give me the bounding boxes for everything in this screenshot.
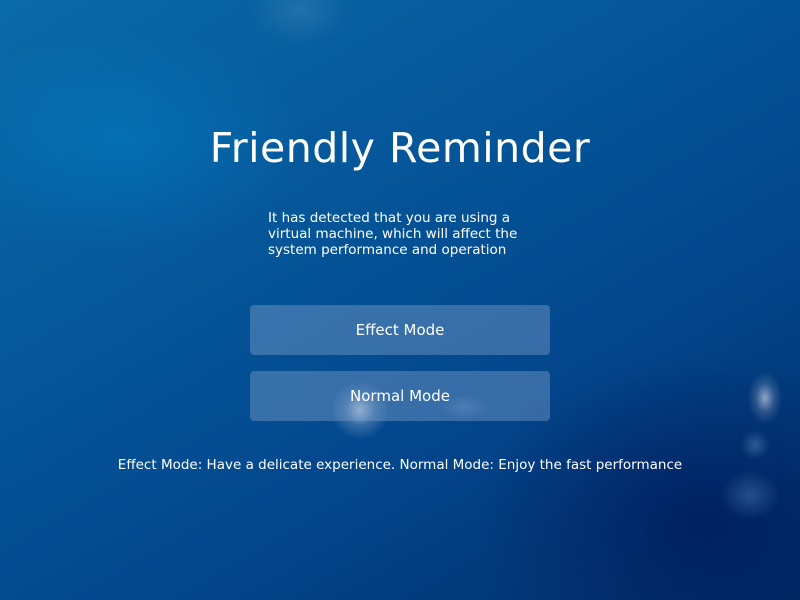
vm-warning-message: It has detected that you are using a vir…: [268, 210, 540, 258]
desktop-background: [0, 0, 800, 600]
mode-description-hint: Effect Mode: Have a delicate experience.…: [117, 457, 683, 473]
effect-mode-button[interactable]: Effect Mode: [250, 305, 550, 355]
light-glow: [748, 372, 782, 424]
light-glow: [740, 430, 770, 460]
message-line: system performance and operation: [268, 242, 507, 258]
message-line: virtual machine, which will affect the: [268, 226, 518, 242]
light-glow: [720, 470, 780, 520]
normal-mode-button[interactable]: Normal Mode: [250, 371, 550, 421]
message-line: It has detected that you are using a: [268, 210, 511, 226]
dialog-title: Friendly Reminder: [209, 124, 591, 172]
